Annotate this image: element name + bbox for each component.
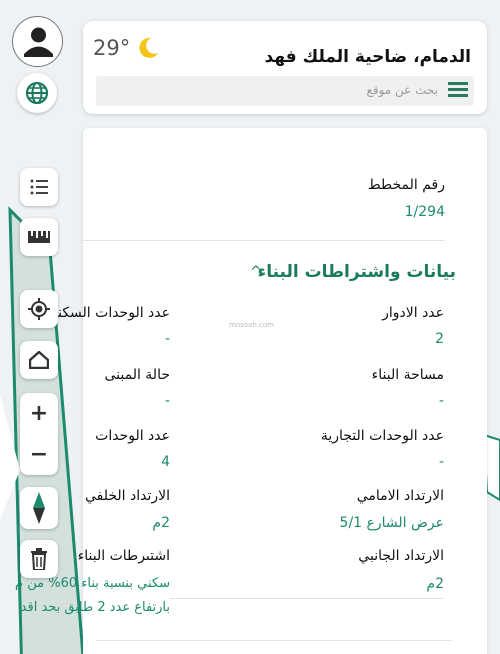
- temperature-text: 29°: [93, 36, 131, 60]
- compass-button[interactable]: [20, 487, 58, 529]
- search-input[interactable]: بحث عن موقع: [96, 76, 474, 106]
- zoom-controls: + −: [20, 393, 58, 475]
- language-button[interactable]: [17, 73, 57, 113]
- building-area-label: مساحة البناء: [371, 367, 444, 383]
- weather-widget: 29°: [93, 35, 160, 61]
- commercial-units-label: عدد الوحدات التجارية: [320, 428, 444, 444]
- divider: [170, 598, 444, 599]
- search-placeholder: بحث عن موقع: [366, 83, 438, 97]
- plan-number-value: 1/294: [404, 204, 445, 220]
- globe-icon: [25, 81, 49, 105]
- building-requirements-line-1: سكني بنسبة بناء 60% من م: [15, 576, 170, 591]
- commercial-units-value: -: [438, 454, 444, 470]
- home-icon: [29, 351, 49, 369]
- residential-units-label: عدد الوحدات السكنية: [46, 305, 170, 321]
- user-icon: [24, 27, 53, 57]
- floors-label: عدد الادوار: [382, 305, 444, 321]
- side-setback-label: الارتداد الجانبي: [358, 548, 444, 564]
- side-setback-value: 2م: [426, 576, 444, 592]
- delete-button[interactable]: [20, 540, 58, 578]
- location-title: الدمام، ضاحية الملك فهد: [264, 47, 471, 67]
- units-label: عدد الوحدات: [95, 428, 170, 444]
- building-requirements-line-2: بارتفاع عدد 2 طابق بحد اقد: [20, 600, 170, 615]
- zoom-in-icon[interactable]: +: [20, 393, 58, 434]
- building-requirements-label: اشتىرطات البناء: [77, 548, 170, 564]
- location-header-card: 29° الدمام، ضاحية الملك فهد بحث عن موقع: [83, 21, 487, 114]
- residential-units-value: -: [164, 331, 170, 347]
- front-setback-value: عرض الشارع 5/1: [339, 515, 444, 531]
- home-extent-button[interactable]: [20, 341, 58, 379]
- compass-icon: [33, 492, 45, 524]
- my-location-button[interactable]: [20, 290, 58, 328]
- watermark-text: mosoah.com: [229, 321, 274, 329]
- menu-icon[interactable]: [448, 82, 468, 100]
- front-setback-label: الارتداد الامامي: [356, 488, 444, 504]
- layers-list-button[interactable]: [20, 168, 58, 206]
- rear-setback-label: الارتداد الخلفي: [84, 488, 170, 504]
- measure-button[interactable]: [20, 218, 58, 256]
- building-area-value: -: [438, 393, 444, 409]
- units-value: 4: [161, 454, 170, 470]
- user-avatar-button[interactable]: [12, 16, 63, 67]
- section-title[interactable]: بيانات واشتراطات البناء: [258, 262, 457, 282]
- divider: [83, 240, 445, 241]
- floors-value: 2: [435, 331, 444, 347]
- locate-icon: [28, 298, 50, 320]
- divider: [96, 640, 452, 641]
- zoom-out-icon[interactable]: −: [20, 434, 58, 475]
- ruler-icon: [28, 231, 50, 243]
- moon-icon: [139, 37, 159, 58]
- building-status-value: -: [164, 393, 170, 409]
- plan-number-label: رقم المخطط: [367, 177, 445, 193]
- building-status-label: حالة المبنى: [104, 367, 170, 383]
- trash-icon: [31, 548, 47, 570]
- list-icon: [30, 179, 48, 195]
- rear-setback-value: 2م: [152, 515, 170, 531]
